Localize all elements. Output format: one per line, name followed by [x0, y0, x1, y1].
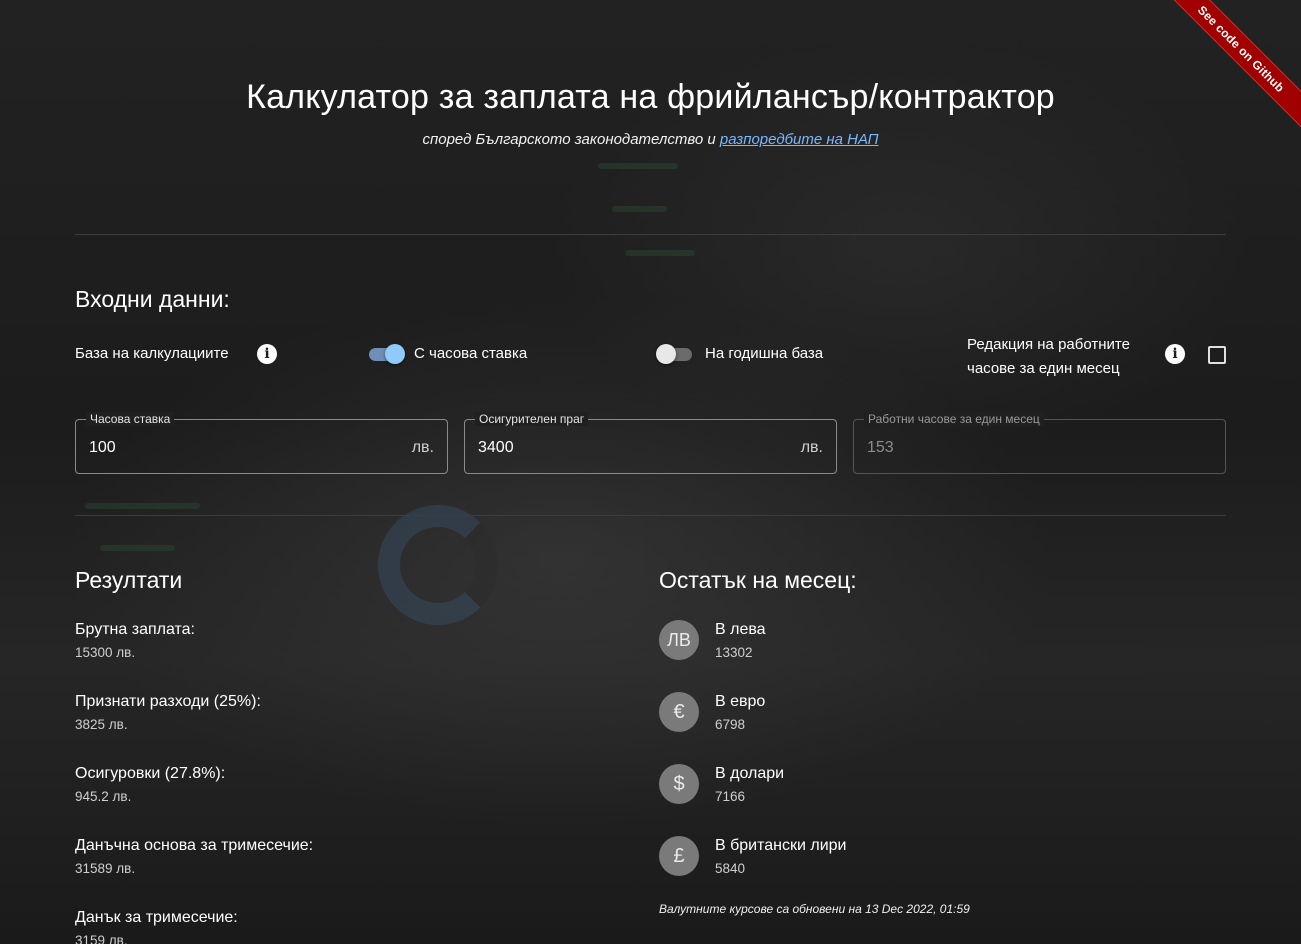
inputs-section-title: Входни данни:	[75, 286, 230, 312]
middle-divider	[75, 515, 1226, 516]
bgn-currency-icon: ЛВ	[659, 620, 699, 660]
remainder-gbp: В британски лири 5840	[715, 837, 847, 876]
hourly-rate-input[interactable]: 100	[89, 439, 116, 457]
page-header: Калкулатор за заплата на фрийлансър/конт…	[0, 78, 1301, 148]
euro-currency-icon: €	[659, 692, 699, 732]
insurance-threshold-currency-suffix: лв.	[800, 439, 823, 456]
result-value: 15300 лв.	[75, 645, 136, 660]
currency-value: 7166	[715, 789, 746, 804]
hourly-rate-field-label: Часова ставка	[86, 412, 175, 426]
edit-hours-checkbox[interactable]	[1208, 346, 1226, 364]
calc-base-info-icon[interactable]: i	[257, 344, 277, 364]
remainder-bgn: В лева 13302	[715, 621, 766, 660]
result-recognized-expenses: Признати разходи (25%): 3825 лв.	[75, 693, 261, 732]
pound-currency-icon: £	[659, 836, 699, 876]
result-insurance: Осигуровки (27.8%): 945.2 лв.	[75, 765, 225, 804]
monthly-hours-field: Работни часове за един месец 153	[853, 412, 1226, 474]
edit-hours-label-line1: Редакция на работните	[967, 336, 1130, 353]
hourly-rate-currency-suffix: лв.	[411, 439, 434, 456]
page: See code on Github Калкулатор за заплата…	[0, 0, 1301, 944]
edit-hours-label-line2: часове за един месец	[967, 360, 1120, 377]
result-label: Данък за тримесечие:	[75, 909, 238, 926]
page-title: Калкулатор за заплата на фрийлансър/конт…	[246, 78, 1055, 116]
result-label: Осигуровки (27.8%):	[75, 765, 226, 782]
toggle-thumb	[385, 344, 405, 364]
toggle-thumb	[656, 344, 676, 364]
edit-hours-label: Редакция на работните часове за един мес…	[967, 333, 1130, 381]
nap-link[interactable]: разпоредбите на НАП	[720, 131, 879, 148]
yearly-base-toggle[interactable]	[656, 343, 694, 365]
hourly-rate-field[interactable]: Часова ставка 100 лв.	[75, 412, 448, 474]
edit-hours-info-icon[interactable]: i	[1165, 344, 1185, 364]
currency-label: В долари	[715, 765, 785, 782]
monthly-hours-field-label: Работни часове за един месец	[864, 412, 1044, 426]
currency-label: В евро	[715, 693, 766, 710]
currency-label: В британски лири	[715, 837, 847, 854]
result-tax-base-quarter: Данъчна основа за тримесечие: 31589 лв.	[75, 837, 313, 876]
calc-base-label: База на калкулациите	[75, 345, 229, 362]
subtitle-text: според Българското законодателство и	[422, 131, 716, 148]
result-tax-quarter: Данък за тримесечие: 3159 лв.	[75, 909, 238, 944]
insurance-threshold-input[interactable]: 3400	[478, 439, 514, 457]
page-subtitle: според Българското законодателство и раз…	[0, 131, 1301, 148]
result-label: Брутна заплата:	[75, 621, 195, 638]
result-value: 31589 лв.	[75, 861, 136, 876]
remainder-eur: В евро 6798	[715, 693, 765, 732]
insurance-threshold-field[interactable]: Осигурителен праг 3400 лв.	[464, 412, 837, 474]
insurance-threshold-field-label: Осигурителен праг	[475, 412, 589, 426]
background-donut-decoration	[378, 505, 498, 625]
currency-value: 13302	[715, 645, 753, 660]
remainder-usd: В долари 7166	[715, 765, 784, 804]
exchange-rates-note: Валутните курсове са обновени на 13 Dec …	[659, 902, 970, 916]
currency-value: 5840	[715, 861, 746, 876]
result-value: 945.2 лв.	[75, 789, 132, 804]
currency-label: В лева	[715, 621, 766, 638]
top-divider	[75, 234, 1226, 235]
remainder-section-title: Остатък на месец:	[659, 567, 857, 593]
result-gross-salary: Брутна заплата: 15300 лв.	[75, 621, 195, 660]
result-value: 3159 лв.	[75, 933, 128, 944]
result-label: Признати разходи (25%):	[75, 693, 261, 710]
result-label: Данъчна основа за тримесечие:	[75, 837, 314, 854]
dollar-currency-icon: $	[659, 764, 699, 804]
currency-value: 6798	[715, 717, 746, 732]
yearly-base-toggle-label: На годишна база	[705, 345, 824, 362]
results-section-title: Резултати	[75, 567, 183, 593]
result-value: 3825 лв.	[75, 717, 128, 732]
hourly-rate-toggle-label: С часова ставка	[414, 345, 528, 362]
monthly-hours-input: 153	[867, 439, 894, 456]
hourly-rate-toggle[interactable]	[367, 343, 405, 365]
